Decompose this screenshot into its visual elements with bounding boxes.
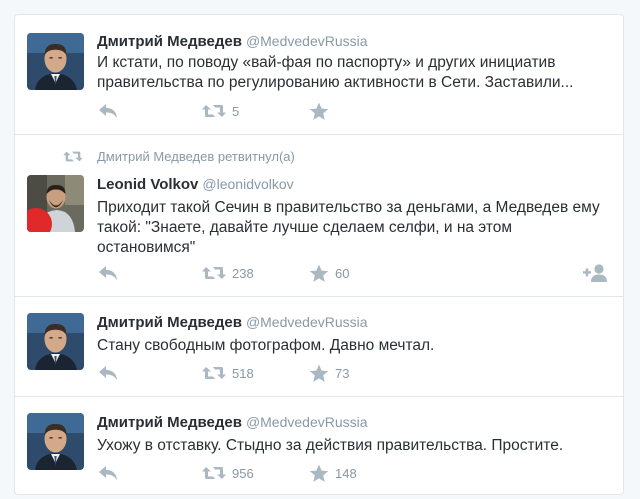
retweet-icon [63,150,83,163]
tweet-actions: 238 60 [97,262,617,284]
reply-button[interactable] [97,100,119,122]
tweet-actions: 956 148 [97,462,557,484]
star-icon [309,102,329,121]
favorite-button[interactable]: 60 [309,262,349,284]
retweet-count: 238 [232,265,254,281]
follow-button[interactable] [583,262,609,284]
author-handle[interactable]: @leonidvolkov [202,176,293,192]
follow-icon [583,263,609,283]
medvedev-avatar[interactable] [27,313,84,370]
retweet-icon [202,465,226,481]
retweet-count: 956 [232,465,254,481]
favorite-count: 73 [335,365,350,381]
retweet-icon [202,103,226,119]
tweet-header: Дмитрий Медведев @MedvedevRussia [97,33,368,51]
tweet-header: Дмитрий Медведев @MedvedevRussia [97,414,368,432]
tweet-text: Приходит такой Сечин в правительство за … [97,199,600,256]
reply-icon [97,464,119,482]
star-icon [309,264,329,283]
tweet-header: Дмитрий Медведев @MedvedevRussia [97,314,368,332]
favorite-button[interactable]: 73 [309,362,349,384]
tweet-actions: 5 [97,100,557,122]
reply-icon [97,364,119,382]
tweet-header: Leonid Volkov @leonidvolkov [97,176,294,194]
author-name[interactable]: Leonid Volkov [97,176,198,193]
tweet-text: И кстати, по поводу «вай-фая по паспорту… [97,54,574,91]
reply-button[interactable] [97,262,119,284]
tweet-item[interactable]: Дмитрий Медведев @MedvedevRussia И кстати… [15,15,623,135]
retweet-count: 518 [232,365,254,381]
author-name[interactable]: Дмитрий Медведев [97,33,242,50]
author-name[interactable]: Дмитрий Медведев [97,414,242,431]
tweet-text: Ухожу в отставку. Стыдно за действия пра… [97,437,564,454]
retweet-count: 5 [232,103,240,119]
favorite-button[interactable]: 148 [309,462,357,484]
reply-icon [97,102,119,120]
tweet-item[interactable]: Дмитрий Медведев @MedvedevRussia Ухожу в … [15,397,623,495]
star-icon [309,364,329,383]
favorite-count: 60 [335,265,350,281]
timeline: Дмитрий Медведев @MedvedevRussia И кстати… [14,14,624,495]
tweet-actions: 518 73 [97,362,557,384]
author-name[interactable]: Дмитрий Медведев [97,314,242,331]
star-icon [309,464,329,483]
author-handle[interactable]: @MedvedevRussia [246,314,368,330]
retweet-icon [202,265,226,281]
retweet-context-label[interactable]: Дмитрий Медведев ретвитнул(а) [97,149,295,164]
favorite-count: 148 [335,465,357,481]
reply-button[interactable] [97,362,119,384]
retweet-button[interactable]: 238 [202,262,254,284]
retweet-button[interactable]: 956 [202,462,254,484]
retweet-context: Дмитрий Медведев ретвитнул(а) [63,149,295,164]
retweet-button[interactable]: 5 [202,100,239,122]
favorite-button[interactable] [309,100,329,122]
author-handle[interactable]: @MedvedevRussia [246,414,368,430]
tweet-item[interactable]: Дмитрий Медведев ретвитнул(а) Leonid Vol… [15,135,623,297]
medvedev-avatar[interactable] [27,413,84,470]
volkov-avatar[interactable] [27,175,84,232]
medvedev-avatar[interactable] [27,33,84,90]
retweet-icon [202,365,226,381]
reply-button[interactable] [97,462,119,484]
retweet-button[interactable]: 518 [202,362,254,384]
author-handle[interactable]: @MedvedevRussia [246,33,368,49]
tweet-text: Стану свободным фотографом. Давно мечтал… [97,337,435,354]
tweet-item[interactable]: Дмитрий Медведев @MedvedevRussia Стану св… [15,297,623,397]
reply-icon [97,264,119,282]
